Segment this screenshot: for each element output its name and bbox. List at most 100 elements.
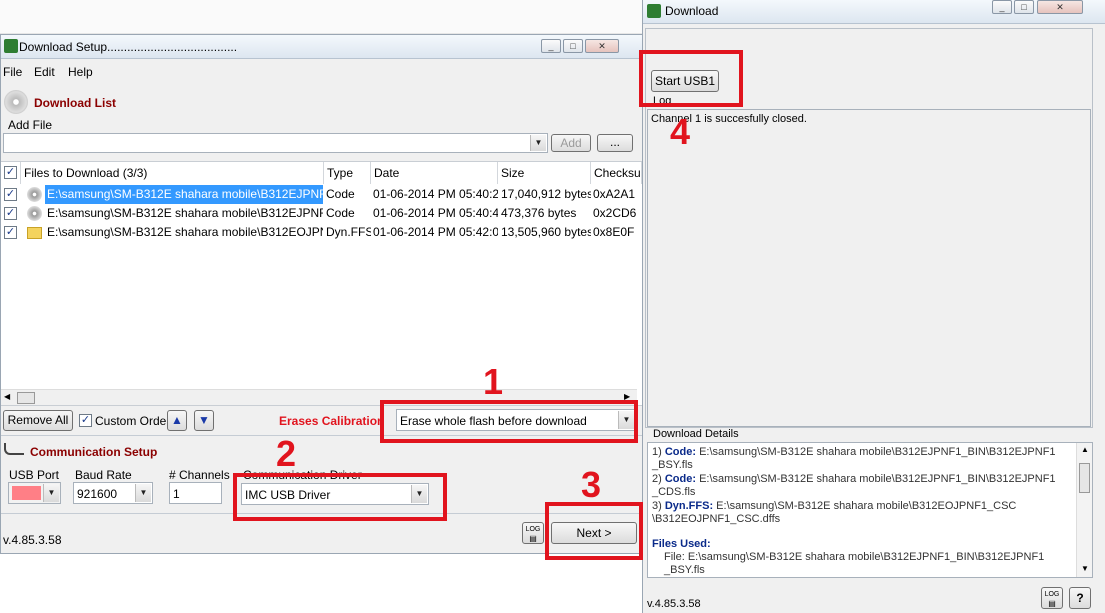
detail-line: 3) Dyn.FFS: E:\samsung\SM-B312E shahara … [652,500,1017,512]
detail-line: \B312EOJPNF1_CSC.dffs [652,513,781,525]
disc-icon [27,187,42,202]
baud-rate-label: Baud Rate [75,468,132,482]
row-date-cell: 01-06-2014 PM 05:40:28 [373,187,498,201]
row-date-cell: 01-06-2014 PM 05:42:02 [373,225,498,239]
app-icon [4,39,18,53]
folder-icon [27,227,42,239]
header-date[interactable]: Date [371,162,498,184]
annotation-box-next [545,502,643,560]
files-used-heading: Files Used: [652,538,711,550]
header-check-all[interactable]: ✓ [1,162,21,184]
row-type-cell: Dyn.FFS [326,225,371,239]
browse-button[interactable]: ... [597,134,633,152]
download-titlebar: Download _ □ ✕ [643,0,1105,24]
minimize-button[interactable]: _ [541,39,561,53]
row-checkbox[interactable]: ✓ [4,207,17,220]
annotation-number-4: 4 [670,111,691,152]
window-title: Download [665,4,719,18]
close-button[interactable]: ✕ [1037,0,1083,14]
log-button[interactable]: LOG ▤ [522,522,544,544]
usb-port-select[interactable]: ▼ [8,482,61,504]
row-file-cell: E:\samsung\SM-B312E shahara mobile\B312E… [47,225,323,239]
app-icon [647,4,661,18]
annotation-box-start [639,50,743,107]
maximize-button[interactable]: □ [563,39,583,53]
row-checkbox[interactable]: ✓ [4,226,17,239]
download-log-button[interactable]: LOG ▤ [1041,587,1063,609]
download-details-label: Download Details [653,428,739,440]
menu-bar: File Edit Help [1,61,642,81]
usb-port-color-swatch [12,486,41,500]
table-row[interactable]: ✓ E:\samsung\SM-B312E shahara mobile\B31… [1,204,637,223]
menu-file[interactable]: File [3,65,22,79]
scroll-thumb[interactable] [1079,463,1090,493]
maximize-button[interactable]: □ [1014,0,1034,14]
usb-plug-icon [4,443,24,455]
detail-line: _CDS.fls [652,486,696,498]
custom-order-checkbox[interactable]: ✓ [79,414,92,427]
chevron-down-icon: ▼ [43,484,59,502]
download-version-label: v.4.85.3.58 [647,598,701,610]
scroll-thumb[interactable] [17,392,35,404]
usb-port-label: USB Port [9,468,60,482]
header-files[interactable]: Files to Download (3/3) [21,162,324,184]
row-size-cell: 13,505,960 bytes [501,225,591,239]
annotation-number-2: 2 [276,433,297,474]
cd-icon [4,90,28,114]
log-textarea[interactable]: Channel 1 is succesfully closed. [647,109,1091,427]
vertical-scrollbar[interactable]: ▲ ▼ [1076,443,1092,577]
communication-setup-heading: Communication Setup [30,445,158,459]
download-details-textarea[interactable]: 1) Code: E:\samsung\SM-B312E shahara mob… [647,442,1093,578]
annotation-number-3: 3 [581,464,602,505]
erases-calibration-label: Erases Calibration [279,414,385,428]
header-checksum[interactable]: Checksum [591,162,642,184]
table-header: ✓ Files to Download (3/3) Type Date Size… [1,162,642,184]
menu-help[interactable]: Help [68,65,93,79]
baud-rate-value: 921600 [77,487,118,501]
download-setup-titlebar: Download Setup..........................… [1,35,642,59]
help-button[interactable]: ? [1069,587,1091,609]
header-size[interactable]: Size [498,162,591,184]
row-checksum-cell: 0x2CD6 [593,206,637,220]
header-type[interactable]: Type [324,162,371,184]
detail-line: 1) Code: E:\samsung\SM-B312E shahara mob… [652,446,1056,458]
detail-line: 2) Code: E:\samsung\SM-B312E shahara mob… [652,473,1056,485]
row-type-cell: Code [326,187,355,201]
minimize-button[interactable]: _ [992,0,1012,14]
channels-label: # Channels [169,468,230,482]
close-button[interactable]: ✕ [585,39,619,53]
row-checkbox[interactable]: ✓ [4,188,17,201]
log-label: LOG [525,526,541,533]
annotation-number-1: 1 [483,361,504,402]
baud-rate-select[interactable]: 921600 ▼ [73,482,153,504]
files-used-line: File: E:\samsung\SM-B312E shahara mobile… [664,551,1045,563]
add-file-label: Add File [8,118,53,132]
row-type-cell: Code [326,206,355,220]
scroll-left-icon[interactable]: ◀ [4,392,10,401]
row-checksum-cell: 0x8E0F [593,225,635,239]
move-up-button[interactable]: ▲ [167,410,187,431]
scroll-down-icon[interactable]: ▼ [1081,564,1089,573]
row-checksum-cell: 0xA2A1 [593,187,636,201]
row-size-cell: 473,376 bytes [501,206,577,220]
menu-edit[interactable]: Edit [34,65,55,79]
table-row[interactable]: ✓ E:\samsung\SM-B312E shahara mobile\B31… [1,185,637,204]
version-label: v.4.85.3.58 [3,533,62,547]
window-title: Download Setup..........................… [19,40,238,54]
table-row[interactable]: ✓ E:\samsung\SM-B312E shahara mobile\B31… [1,223,637,242]
row-date-cell: 01-06-2014 PM 05:40:40 [373,206,498,220]
add-button[interactable]: Add [551,134,591,152]
download-list-heading: Download List [34,96,116,110]
files-used-line: _BSY.fls [664,564,705,576]
custom-order-label: Custom Order [95,414,171,428]
row-file-cell: E:\samsung\SM-B312E shahara mobile\B312E… [47,206,323,220]
chevron-down-icon: ▼ [530,135,546,151]
move-down-button[interactable]: ▼ [194,410,214,431]
scroll-up-icon[interactable]: ▲ [1081,445,1089,454]
detail-line: _BSY.fls [652,459,693,471]
remove-all-button[interactable]: Remove All [3,410,73,431]
annotation-box-erase-option [380,400,638,443]
add-file-combo[interactable]: ▼ [3,133,548,153]
check-all-checkbox[interactable]: ✓ [4,166,17,179]
channels-input[interactable]: 1 [169,482,222,504]
